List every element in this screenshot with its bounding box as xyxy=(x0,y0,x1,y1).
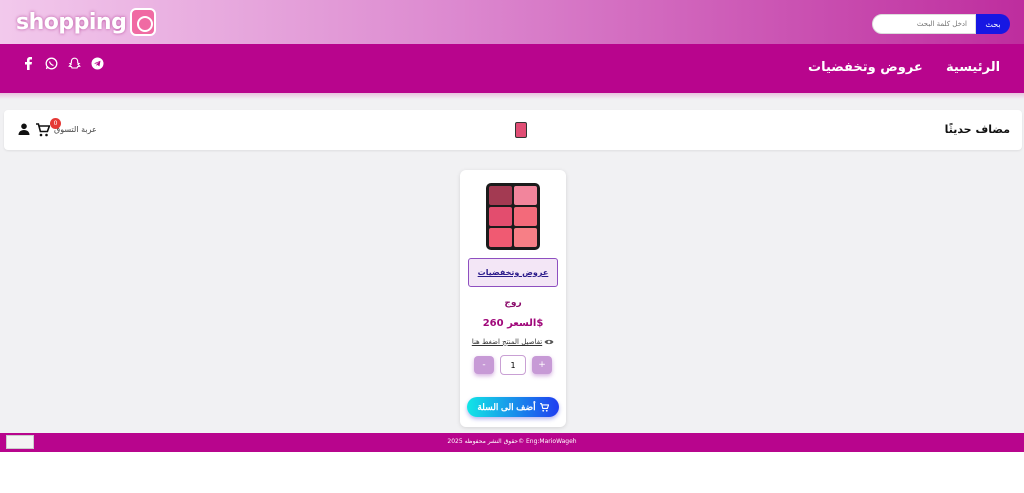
user-icon[interactable] xyxy=(18,123,30,135)
product-price: السعر 260$ xyxy=(482,318,544,329)
snapchat-icon[interactable] xyxy=(68,57,81,70)
section-header: 0 عربة التسوق مضاف حديثًا xyxy=(4,110,1022,150)
qty-input[interactable] xyxy=(500,355,526,375)
qty-minus-button[interactable]: - xyxy=(474,356,494,374)
shopping-bag-icon xyxy=(130,8,157,36)
top-header: shopping بحث xyxy=(0,0,1024,44)
details-link[interactable]: تفاصيل المنتج اضغط هنا xyxy=(472,338,542,346)
page-bottom xyxy=(0,452,1024,493)
palette-pan xyxy=(489,228,512,247)
eye-icon xyxy=(544,339,554,345)
section-title: مضاف حديثًا xyxy=(944,123,1010,136)
category-box: عروض وتخفضيات xyxy=(468,258,558,287)
palette-pan xyxy=(489,207,512,226)
product-card: عروض وتخفضيات روج السعر 260$ تفاصيل المن… xyxy=(460,170,566,427)
nav-offers-link[interactable]: عروض وتخفضيات xyxy=(808,60,923,75)
qty-plus-button[interactable]: + xyxy=(532,356,552,374)
category-link[interactable]: عروض وتخفضيات xyxy=(478,268,549,277)
add-to-cart-label: أضف الى السلة xyxy=(477,401,536,412)
product-details: تفاصيل المنتج اضغط هنا xyxy=(460,338,566,346)
main-nav: عروض وتخفضيات الرئيسية xyxy=(0,44,1024,93)
quantity-stepper: - + xyxy=(474,355,552,375)
product-name: روج xyxy=(504,298,522,308)
recent-product-thumbnail xyxy=(515,122,527,138)
search-input[interactable] xyxy=(872,14,976,34)
whatsapp-icon[interactable] xyxy=(45,57,58,70)
palette-pan xyxy=(514,228,537,247)
search-button[interactable]: بحث xyxy=(976,14,1010,34)
product-image[interactable] xyxy=(486,183,540,250)
palette-pan xyxy=(514,186,537,205)
cart-plus-icon xyxy=(539,402,549,412)
search-form: بحث xyxy=(872,14,1010,34)
footer-copyright: حقوق النشر محفوظه 2025© Eng:MarioWageh xyxy=(447,438,577,445)
cart-button[interactable]: 0 عربة التسوق xyxy=(36,118,97,137)
nav-home-link[interactable]: الرئيسية xyxy=(946,60,1000,75)
cart-icon: 0 xyxy=(36,118,61,137)
palette-pan xyxy=(489,186,512,205)
nav-divider xyxy=(0,93,1024,99)
telegram-icon[interactable] xyxy=(91,57,104,70)
add-to-cart-button[interactable]: أضف الى السلة xyxy=(467,397,559,417)
facebook-icon[interactable] xyxy=(22,57,35,70)
social-links xyxy=(22,57,104,70)
footer: حقوق النشر محفوظه 2025© Eng:MarioWageh xyxy=(0,433,1024,452)
cart-count-badge: 0 xyxy=(50,118,61,129)
brand-name: shopping xyxy=(16,9,127,35)
brand-logo-link[interactable]: shopping xyxy=(16,6,157,38)
palette-pan xyxy=(514,207,537,226)
